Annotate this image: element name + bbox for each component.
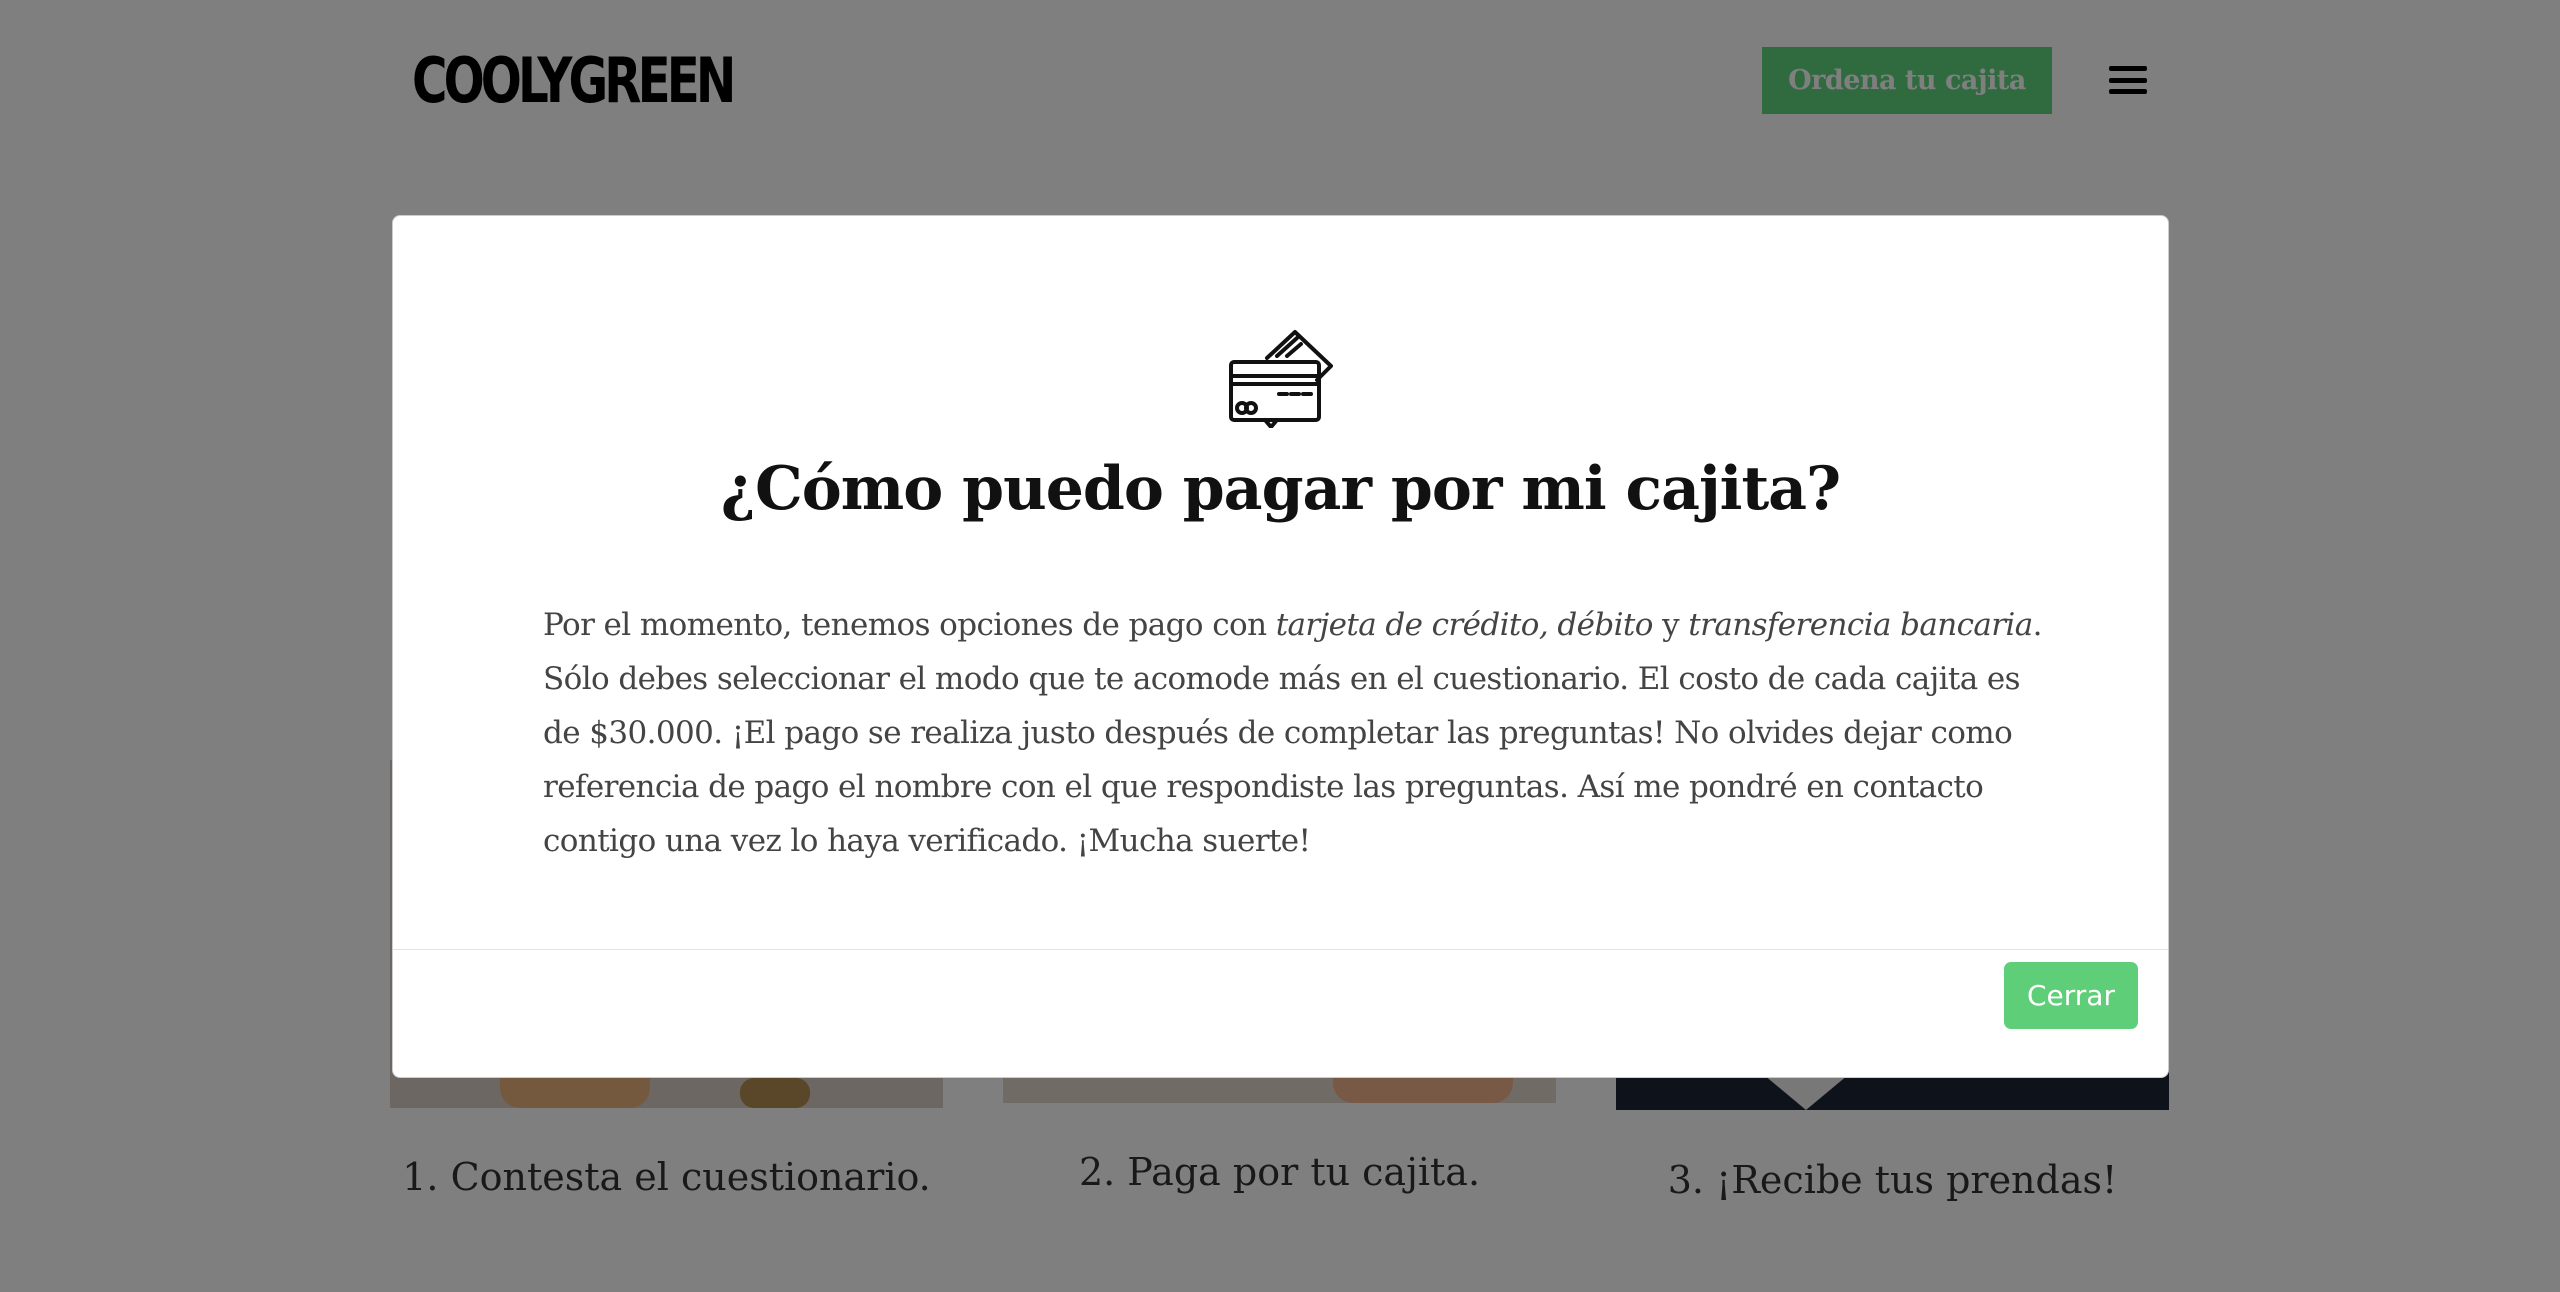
modal-title: ¿Cómo puedo pagar por mi cajita? [720, 454, 1841, 524]
credit-card-option: tarjeta de crédito [1275, 607, 1540, 643]
debit-option: débito [1557, 607, 1653, 643]
bank-transfer-option: transferencia bancaria [1688, 607, 2033, 643]
modal-footer [393, 949, 2168, 1079]
close-button[interactable]: Cerrar [2004, 962, 2138, 1029]
credit-card-icon [1229, 330, 1333, 428]
modal-body: ¿Cómo puedo pagar por mi cajita? Por el … [393, 216, 2168, 949]
payment-info-modal: ¿Cómo puedo pagar por mi cajita? Por el … [392, 215, 2169, 1078]
modal-description: Por el momento, tenemos opciones de pago… [543, 607, 2043, 859]
